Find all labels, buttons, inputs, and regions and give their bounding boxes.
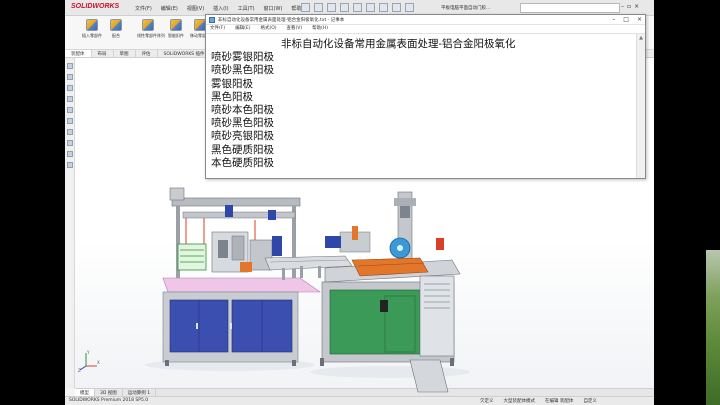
notepad-menu-view[interactable]: 查看(V) [287,25,303,33]
notepad-line: 喷砂黑色阳极 [211,64,274,77]
coordinate-triad: X Y Z [78,350,100,372]
notepad-window[interactable]: 非标自动化设备常用金属表面处理-铝合金阳极氧化.txt - 记事本 – □ × … [205,14,646,179]
left-gantry-beam [171,197,301,207]
notepad-line: 本色硬质阳极 [211,156,274,169]
minimize-icon[interactable]: – [612,16,615,23]
triad-x-label: X [97,360,100,365]
green-fixture [177,243,207,271]
notepad-line: 黑色硬质阳极 [211,143,274,156]
notepad-title: 非标自动化设备常用金属表面处理-铝合金阳极氧化.txt - 记事本 [218,18,345,23]
triad-z-label: Z [78,368,81,372]
close-icon[interactable]: × [637,16,642,23]
notepad-window-controls: – □ × [612,16,642,23]
notepad-menu-format[interactable]: 格式(O) [260,25,276,33]
triad-y-label: Y [86,350,90,355]
notepad-line: 喷砂亮银阳极 [211,130,274,143]
scroll-up-icon[interactable]: ▲ [637,34,645,42]
notepad-line: 喷砂雾银阳极 [211,51,274,64]
notepad-line: 喷砂本色阳极 [211,104,274,117]
stacker-base [409,359,449,393]
notepad-app-icon [209,17,215,23]
model-shadow [310,366,470,378]
notepad-line: 喷砂黑色阳极 [211,117,274,130]
notepad-menu-file[interactable]: 文件(F) [210,25,225,33]
notepad-vertical-scrollbar[interactable]: ▲ [636,34,645,178]
notepad-text-area[interactable]: 非标自动化设备常用金属表面处理-铝合金阳极氧化 喷砂雾银阳极 喷砂黑色阳极 雾银… [206,34,638,178]
blue-motor [268,210,276,220]
maximize-icon[interactable]: □ [623,16,629,23]
notepad-menu-help[interactable]: 帮助(H) [312,25,328,33]
notepad-menu-edit[interactable]: 编辑(E) [235,25,250,33]
notepad-titlebar[interactable]: 非标自动化设备常用金属表面处理-铝合金阳极氧化.txt - 记事本 – □ × [206,15,645,25]
notepad-heading-line: 非标自动化设备常用金属表面处理-铝合金阳极氧化 [281,38,516,50]
left-worktable [162,277,321,293]
notepad-line: 黑色阳极 [211,90,253,103]
notepad-menubar: 文件(F) 编辑(E) 格式(O) 查看(V) 帮助(H) [206,25,645,34]
blue-motor [225,205,233,217]
tray-stacker [419,275,455,357]
notepad-line: 雾银阳极 [211,77,253,90]
